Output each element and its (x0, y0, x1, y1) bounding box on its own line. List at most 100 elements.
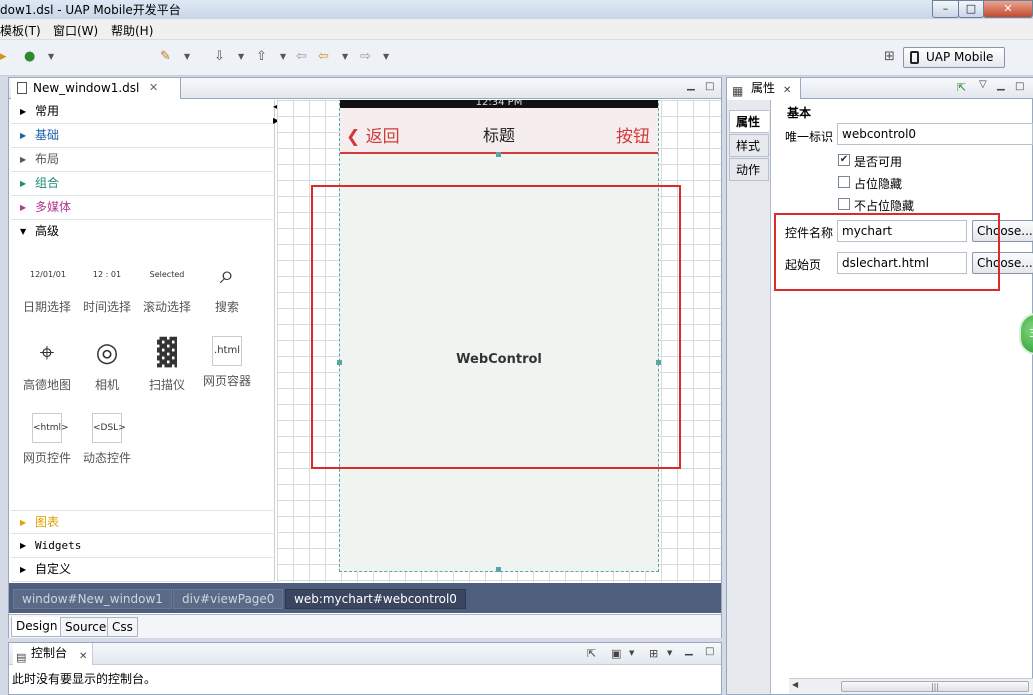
palette-item-scanner[interactable]: ▓ 扫描仪 (137, 336, 197, 393)
palette-item-camera[interactable]: ◎ 相机 (77, 336, 137, 393)
category-arrow-icon: ▶ (20, 565, 27, 574)
palette-item-html-control[interactable]: <html> 网页控件 (17, 413, 77, 466)
prev-annotation-dropdown-icon[interactable]: ▼ (280, 49, 286, 65)
open-perspective-icon[interactable]: ⊞ (884, 49, 895, 65)
back-icon[interactable]: ⇦ (318, 49, 329, 65)
minimize-console-icon[interactable]: ▁ (685, 645, 693, 656)
scroll-left-icon[interactable]: ◀ (792, 680, 798, 689)
minimize-properties-icon[interactable]: ▁ (997, 80, 1005, 91)
open-console-dropdown-icon[interactable]: ▼ (667, 649, 672, 657)
console-view: ▤ 控制台 ✕ ⇱ ▣ ▼ ⊞ ▼ ▁ □ 此时没有要显示的控制台。 (8, 642, 722, 695)
display-console-dropdown-icon[interactable]: ▼ (629, 649, 634, 657)
palette-category-widgets[interactable]: ▶ Widgets (11, 534, 273, 558)
status-time: 12:34 PM (475, 100, 523, 108)
map-icon: ⌖ (39, 338, 55, 368)
run-dropdown-icon[interactable]: ▼ (48, 49, 54, 65)
breadcrumb-webcontrol[interactable]: web:mychart#webcontrol0 (285, 589, 466, 609)
console-icon: ▤ (16, 651, 27, 664)
open-console-icon[interactable]: ⊞ (649, 647, 658, 660)
palette-item-search[interactable]: ⌕ 搜索 (197, 258, 257, 315)
maximize-properties-icon[interactable]: □ (1015, 81, 1024, 92)
side-tab-properties[interactable]: 属性 (729, 110, 769, 133)
palette-category-chart[interactable]: ▶ 图表 (11, 510, 273, 534)
tab-css[interactable]: Css (107, 617, 138, 637)
palette-category-basic[interactable]: ▶ 基础 (11, 124, 273, 148)
run-icon[interactable]: ● (24, 49, 35, 65)
highlight-box (311, 185, 681, 469)
pin-properties-icon[interactable]: ⇱ (957, 81, 966, 94)
forward-icon[interactable]: ⇨ (360, 49, 371, 65)
resize-handle[interactable] (496, 152, 501, 157)
horizontal-scrollbar[interactable]: ◀ ||| (789, 678, 1033, 694)
close-button[interactable]: ✕ (983, 0, 1033, 18)
maximize-button[interactable]: □ (958, 0, 984, 18)
side-tab-style[interactable]: 样式 (729, 134, 769, 157)
next-annotation-icon[interactable]: ⇩ (214, 49, 225, 65)
category-arrow-icon: ▶ (20, 203, 27, 212)
view-menu-icon[interactable]: ▽ (979, 79, 987, 90)
palette-item-time-picker[interactable]: 12 : 01 时间选择 (77, 258, 137, 315)
editor-tab[interactable]: New_window1.dsl ✕ (11, 78, 181, 99)
minimize-view-icon[interactable]: ▁ (687, 80, 695, 91)
prev-annotation-icon[interactable]: ⇧ (256, 49, 267, 65)
tab-source[interactable]: Source (60, 617, 112, 637)
palette-item-date-picker[interactable]: 12/01/01 日期选择 (17, 258, 77, 315)
palette-item-label: 网页容器 (202, 374, 251, 388)
palette-category-common[interactable]: ▶ 常用 (11, 100, 273, 124)
scroll-thumb[interactable]: ||| (841, 681, 1029, 692)
toolbar-arrow-icon[interactable]: ▸ (0, 49, 7, 65)
palette-item-label: 滚动选择 (142, 300, 191, 314)
navbar-right-button[interactable]: 按钮 (616, 122, 650, 147)
wand-dropdown-icon[interactable]: ▼ (184, 49, 190, 65)
wand-icon[interactable]: ✎ (160, 49, 171, 65)
palette-category-media[interactable]: ▶ 多媒体 (11, 196, 273, 220)
tab-design[interactable]: Design (11, 617, 63, 637)
palette-category-advanced[interactable]: ▼ 高级 (11, 220, 273, 244)
maximize-console-icon[interactable]: □ (705, 646, 714, 657)
next-annotation-dropdown-icon[interactable]: ▼ (238, 49, 244, 65)
palette-item-scroll-picker[interactable]: Selected 滚动选择 (137, 258, 197, 315)
last-edit-icon[interactable]: ⇦ (296, 49, 307, 65)
editor-tab-label: New_window1.dsl (33, 81, 140, 95)
breadcrumb-window[interactable]: window#New_window1 (13, 589, 172, 609)
category-label: Widgets (35, 539, 82, 552)
phone-navbar[interactable]: ❮ 返回 标题 按钮 (340, 108, 658, 154)
editor-tab-bar: New_window1.dsl ✕ ▁ □ (9, 78, 721, 99)
palette-item-dsl-control[interactable]: <DSL> 动态控件 (77, 413, 137, 466)
pin-console-icon[interactable]: ⇱ (587, 647, 596, 660)
hide-no-space-checkbox[interactable]: 不占位隐藏 (838, 197, 914, 214)
forward-dropdown-icon[interactable]: ▼ (383, 49, 389, 65)
breadcrumb-div[interactable]: div#viewPage0 (173, 589, 284, 609)
category-arrow-icon: ▶ (20, 155, 27, 164)
perspective-uap-mobile[interactable]: UAP Mobile (903, 47, 1005, 68)
id-input[interactable] (837, 123, 1033, 145)
palette-category-layout[interactable]: ▶ 布局 (11, 148, 273, 172)
close-console-icon[interactable]: ✕ (79, 646, 87, 667)
palette-item-label: 日期选择 (22, 300, 71, 314)
highlight-box (774, 213, 1000, 291)
palette-item-label: 扫描仪 (148, 378, 185, 392)
minimize-button[interactable]: – (932, 0, 959, 18)
close-tab-icon[interactable]: ✕ (149, 78, 158, 98)
display-console-icon[interactable]: ▣ (611, 647, 621, 660)
close-properties-icon[interactable]: ✕ (783, 81, 791, 101)
back-dropdown-icon[interactable]: ▼ (342, 49, 348, 65)
menu-template[interactable]: 模板(T) (0, 22, 41, 39)
resize-handle[interactable] (496, 567, 501, 572)
palette-category-custom[interactable]: ▶ 自定义 (11, 558, 273, 582)
properties-icon: ▦ (732, 84, 744, 98)
menu-help[interactable]: 帮助(H) (111, 22, 153, 39)
palette-item-html-container[interactable]: .html 网页容器 (197, 336, 257, 389)
window-title: dow1.dsl - UAP Mobile开发平台 (0, 3, 181, 17)
console-tab[interactable]: ▤ 控制台 ✕ (13, 643, 93, 665)
side-tab-actions[interactable]: 动作 (729, 158, 769, 181)
checkbox-box (838, 176, 850, 188)
palette-item-map[interactable]: ⌖ 高德地图 (17, 336, 77, 393)
menu-window[interactable]: 窗口(W) (53, 22, 98, 39)
palette-category-combo[interactable]: ▶ 组合 (11, 172, 273, 196)
design-canvas[interactable]: 12:34 PM ❮ 返回 标题 按钮 WebControl (277, 100, 721, 582)
properties-tab[interactable]: ▦ 属性 ✕ (727, 78, 801, 99)
enabled-checkbox[interactable]: ✔ 是否可用 (838, 153, 902, 170)
hide-keep-space-checkbox[interactable]: 占位隐藏 (838, 175, 902, 192)
maximize-view-icon[interactable]: □ (705, 81, 714, 92)
